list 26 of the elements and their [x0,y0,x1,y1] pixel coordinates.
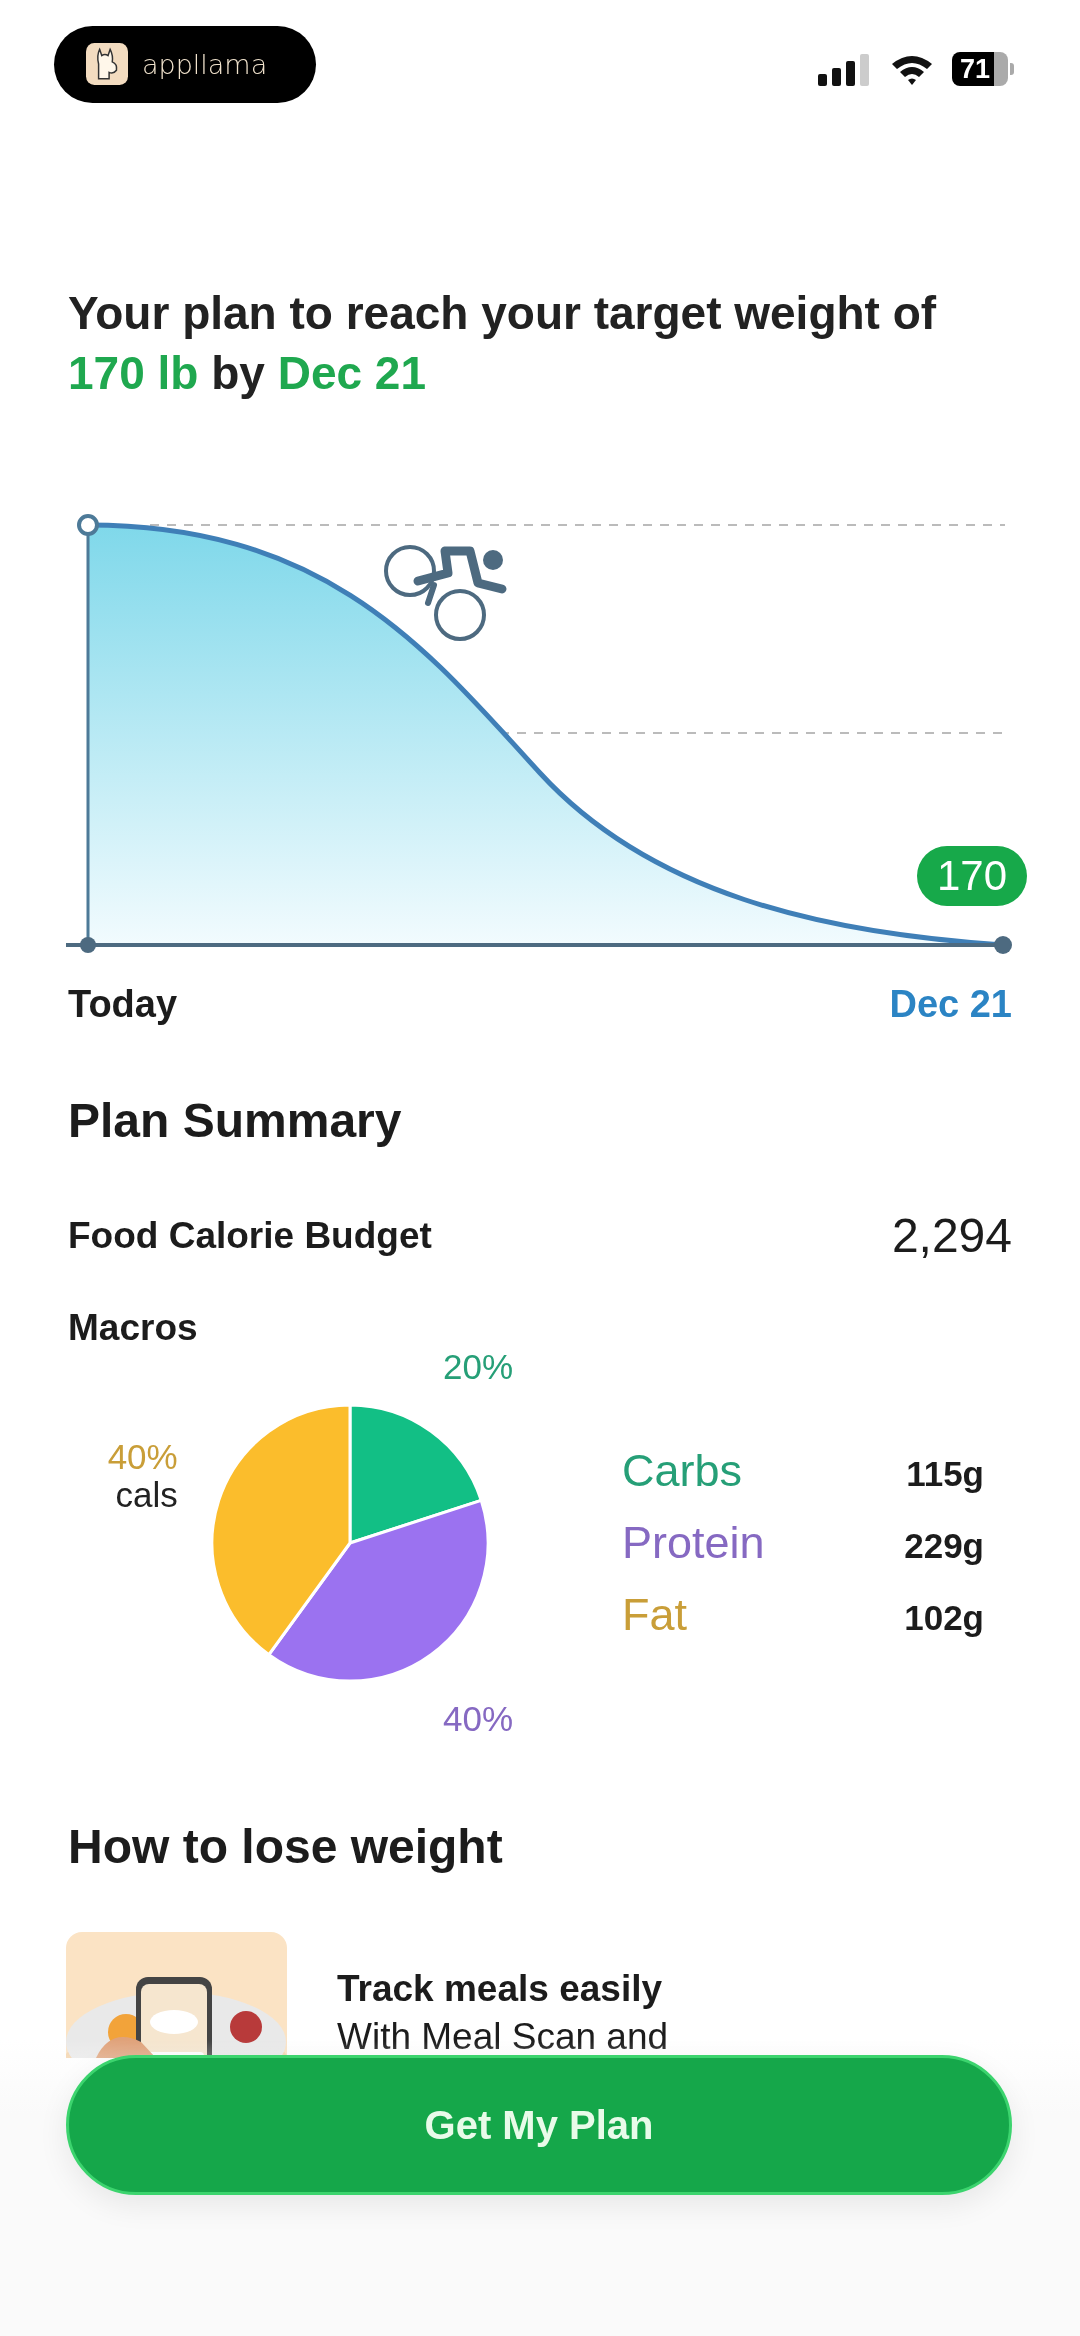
section-title: How to lose weight [68,1819,504,1874]
card-title: Track meals easily [337,1968,664,2010]
section-title: Plan Summary [68,1093,403,1148]
macro-name: Protein [622,1517,765,1569]
macro-name: Carbs [622,1445,743,1497]
percent-label: 40% [107,1437,178,1476]
signal-icon [817,52,872,86]
macro-amount: 115g [906,1454,984,1494]
macro-name: Fat [622,1589,688,1641]
percent-label: 20% [443,1347,514,1386]
target-weight-badge: 170 [917,846,1028,906]
card-text: With Meal Scan and [337,2016,669,2058]
app-name: appllama [142,48,268,80]
macros-label: Macros [68,1307,199,1349]
macro-amount: 102g [904,1598,984,1638]
start-date-label: Today [68,983,178,1026]
cyclist-icon [384,545,507,641]
macro-amount: 229g [904,1526,984,1566]
plan-headline: Your plan to reach your target weight of 170 lb by Dec 21 [68,286,938,401]
percent-label: 40% [443,1700,514,1739]
get-plan-button[interactable]: Get My Plan [66,2055,1012,2195]
end-date-label: Dec 21 [889,983,1012,1026]
budget-value: 2,294 [891,1208,1012,1263]
budget-label: Food Calorie Budget [68,1214,432,1257]
cals-label: cals [115,1475,178,1514]
llama-icon [86,43,128,85]
